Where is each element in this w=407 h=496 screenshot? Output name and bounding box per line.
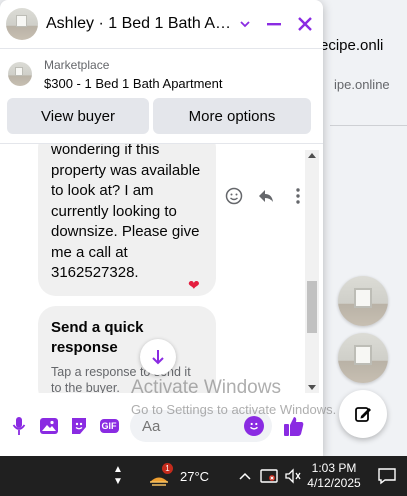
sticker-icon[interactable] — [67, 414, 91, 438]
message-tools — [224, 186, 308, 206]
scroll-to-bottom-button[interactable] — [140, 339, 176, 375]
chevron-down-icon[interactable]: ▼ — [113, 476, 123, 488]
network-icon[interactable] — [260, 467, 278, 485]
temperature: 27°C — [180, 468, 210, 484]
listing-photo — [338, 333, 388, 383]
close-icon[interactable] — [294, 12, 317, 36]
emoji-picker-icon[interactable] — [244, 416, 264, 436]
photo-icon[interactable] — [37, 414, 61, 438]
reply-icon[interactable] — [256, 186, 276, 206]
message-thread[interactable]: wondering if this property was available… — [0, 143, 323, 393]
view-buyer-button[interactable]: View buyer — [7, 98, 149, 134]
like-icon[interactable] — [282, 414, 306, 438]
system-tray — [236, 456, 302, 496]
new-message-button[interactable] — [339, 390, 387, 438]
taskbar: ▲ ▼ 1 27°C 1:03 PM 4/12/2025 — [0, 456, 407, 496]
minimize-icon[interactable] — [263, 12, 286, 36]
chevron-up-icon[interactable] — [236, 467, 254, 485]
weather-alert-badge: 1 — [162, 463, 173, 474]
chevron-down-icon[interactable] — [234, 12, 257, 36]
quick-response-subtitle: Tap a response to send it to the buyer. — [51, 365, 191, 393]
scroll-thumb[interactable] — [307, 281, 317, 333]
chat-header[interactable]: Ashley · 1 Bed 1 Bath Apart… — [0, 0, 323, 49]
background-link-1[interactable]: ecipe.onli — [320, 37, 383, 54]
background-link-2[interactable]: ipe.online — [334, 77, 390, 92]
chat-window: Ashley · 1 Bed 1 Bath Apart… Marketplace… — [0, 0, 323, 456]
arrow-down-icon — [152, 350, 164, 365]
notification-icon[interactable] — [376, 465, 398, 487]
compose-icon — [355, 407, 371, 422]
listing-photo — [338, 276, 388, 326]
chat-head-1[interactable] — [338, 276, 388, 326]
listing-kicker: Marketplace — [44, 57, 110, 72]
gif-label: GIF — [99, 419, 119, 433]
gif-icon[interactable]: GIF — [97, 414, 121, 438]
listing-name[interactable]: $300 - 1 Bed 1 Bath Apartment — [44, 76, 223, 91]
heart-reaction[interactable]: ❤ — [188, 277, 200, 294]
chat-head-2[interactable] — [338, 333, 388, 383]
quick-response-title: Send a quick response — [51, 319, 144, 356]
emoji-icon[interactable] — [224, 186, 244, 206]
thread-scrollbar[interactable] — [305, 150, 319, 393]
weather-widget[interactable]: 1 27°C — [148, 463, 210, 487]
listing-info[interactable]: Marketplace $300 - 1 Bed 1 Bath Apartmen… — [0, 50, 323, 98]
more-options-button[interactable]: More options — [153, 98, 311, 134]
scroll-up-arrow[interactable] — [308, 153, 316, 158]
weather-icon: 1 — [148, 463, 173, 487]
listing-thumbnail — [8, 62, 32, 86]
scroll-down-arrow[interactable] — [308, 385, 316, 390]
quick-response-card[interactable]: Send a quick response Tap a response to … — [38, 306, 216, 393]
volume-icon[interactable] — [284, 467, 302, 485]
avatar[interactable] — [6, 8, 38, 40]
clock-date: 4/12/2025 — [307, 476, 361, 490]
message-input-wrap — [124, 410, 272, 442]
composer: GIF — [0, 406, 323, 446]
mic-icon[interactable] — [7, 414, 31, 438]
background-divider — [330, 125, 407, 126]
clock-time: 1:03 PM — [311, 461, 357, 475]
taskbar-scroll-arrows[interactable]: ▲ ▼ — [110, 456, 126, 496]
chat-title[interactable]: Ashley · 1 Bed 1 Bath Apart… — [46, 15, 234, 33]
message-bubble[interactable]: wondering if this property was available… — [38, 144, 216, 296]
clock[interactable]: 1:03 PM 4/12/2025 — [306, 461, 362, 491]
chevron-up-icon[interactable]: ▲ — [113, 464, 123, 476]
